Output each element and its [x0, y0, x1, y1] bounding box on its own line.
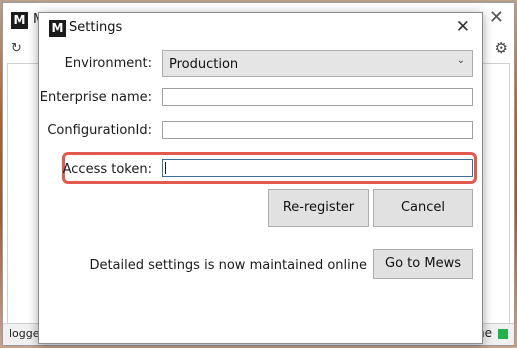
chevron-down-icon: ⌄ — [456, 55, 465, 66]
configuration-id-label: ConfigurationId: — [47, 123, 152, 138]
cancel-button[interactable]: Cancel — [373, 189, 473, 227]
environment-selected-value: Production — [169, 57, 239, 72]
dialog-title: Settings — [69, 20, 123, 35]
enterprise-name-label: Enterprise name: — [39, 90, 152, 105]
gear-icon[interactable]: ⚙ — [495, 39, 508, 57]
mews-logo-icon: M — [49, 20, 66, 37]
environment-select[interactable]: Production ⌄ — [162, 50, 473, 77]
mews-logo-icon: M — [11, 12, 28, 29]
re-register-button[interactable]: Re-register — [268, 189, 369, 227]
status-indicator — [498, 329, 508, 339]
access-token-label: Access token: — [62, 162, 152, 177]
dialog-close-icon[interactable]: ✕ — [456, 17, 470, 37]
go-to-mews-button[interactable]: Go to Mews — [373, 249, 473, 279]
configuration-id-input[interactable] — [162, 121, 473, 139]
environment-label: Environment: — [64, 56, 152, 71]
settings-dialog: M Settings ✕ Environment: Production ⌄ E… — [38, 12, 483, 344]
main-close-icon[interactable]: ✕ — [489, 8, 504, 28]
access-token-input[interactable] — [162, 159, 473, 177]
text-caret — [165, 162, 166, 174]
online-settings-note: Detailed settings is now maintained onli… — [89, 258, 367, 273]
enterprise-name-input[interactable] — [162, 88, 473, 106]
refresh-icon[interactable]: ↻ — [11, 41, 22, 56]
